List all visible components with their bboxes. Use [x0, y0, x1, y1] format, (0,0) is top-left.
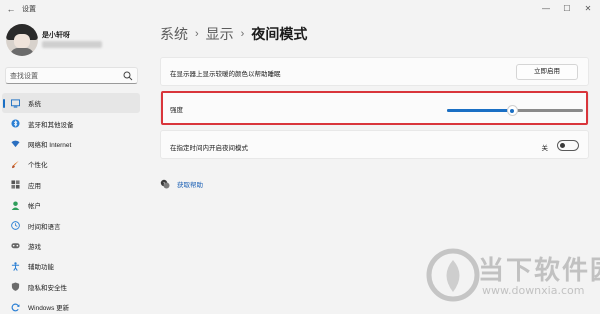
- sidebar-item-windows-update[interactable]: Windows 更新: [2, 297, 140, 314]
- watermark: 当下软件园 www.downxia.com: [426, 244, 600, 306]
- title-bar: ← 设置 — ☐ ✕: [0, 0, 600, 18]
- schedule-card: 在指定时间内开启夜间模式 关: [160, 130, 589, 159]
- sidebar-item-label: Windows 更新: [28, 305, 70, 313]
- sidebar-item-apps[interactable]: 应用: [2, 175, 140, 195]
- get-help-link[interactable]: ? 获取帮助: [160, 179, 203, 189]
- sidebar-item-account[interactable]: 帐户: [2, 195, 140, 215]
- sidebar-item-privacy[interactable]: 隐私和安全性: [2, 277, 140, 297]
- sidebar-item-label: 网络和 Internet: [28, 141, 72, 149]
- night-light-description: 在显示器上显示较暖的颜色以帮助睡眠: [170, 71, 281, 78]
- sidebar-item-label: 时间和语言: [28, 223, 61, 231]
- help-icon: ?: [160, 179, 170, 189]
- downxia-logo-icon: [426, 248, 480, 302]
- personalization-icon: [12, 160, 19, 168]
- chevron-right-icon: ›: [240, 28, 245, 40]
- night-light-card: 在显示器上显示较暖的颜色以帮助睡眠 立即启用: [160, 57, 589, 86]
- sidebar-item-gaming[interactable]: 游戏: [2, 236, 140, 256]
- sidebar-item-label: 系统: [28, 101, 41, 109]
- breadcrumb-item-system[interactable]: 系统: [160, 24, 188, 44]
- privacy-icon: [11, 282, 20, 292]
- time-language-icon: [11, 221, 20, 230]
- page-title: 夜间模式: [251, 26, 308, 42]
- maximize-button[interactable]: ☐: [560, 2, 574, 16]
- get-help-label: 获取帮助: [177, 182, 203, 189]
- accessibility-icon: [11, 262, 20, 271]
- close-button[interactable]: ✕: [581, 2, 595, 16]
- sidebar-item-label: 蓝牙和其他设备: [28, 121, 74, 129]
- avatar: [6, 24, 38, 56]
- toggle-knob: [560, 143, 565, 148]
- bluetooth-icon: [11, 119, 20, 128]
- chevron-right-icon: ›: [195, 28, 199, 40]
- windows-update-icon: [11, 303, 20, 311]
- sidebar-item-label: 应用: [28, 182, 41, 190]
- account-icon: [11, 201, 20, 210]
- sidebar-nav: 系统 蓝牙和其他设备 网络和 Internet 个性化 应用 帐户 时间和语言 …: [2, 93, 140, 314]
- back-arrow-icon[interactable]: ←: [5, 3, 17, 15]
- sidebar-item-label: 个性化: [28, 162, 48, 170]
- schedule-label: 在指定时间内开启夜间模式: [170, 145, 248, 152]
- watermark-name: 当下软件园: [478, 256, 600, 286]
- sidebar-item-system[interactable]: 系统: [2, 93, 140, 114]
- sidebar-item-label: 游戏: [28, 243, 41, 251]
- user-profile[interactable]: 是小轩呀: [6, 24, 146, 58]
- watermark-url: www.downxia.com: [482, 284, 585, 297]
- user-email-redacted: [42, 41, 102, 48]
- toggle-state-label: 关: [541, 145, 549, 152]
- breadcrumb: 系统 › 显示 › 夜间模式: [160, 24, 307, 44]
- highlight-box: [161, 91, 588, 125]
- sidebar-item-label: 帐户: [28, 203, 41, 211]
- network-icon: [11, 141, 20, 148]
- sidebar-item-network[interactable]: 网络和 Internet: [2, 134, 140, 154]
- system-icon: [11, 99, 20, 108]
- user-name: 是小轩呀: [42, 32, 70, 39]
- sidebar-item-bluetooth[interactable]: 蓝牙和其他设备: [2, 113, 140, 133]
- schedule-toggle[interactable]: [557, 140, 579, 151]
- gaming-icon: [11, 243, 20, 249]
- sidebar-item-personalization[interactable]: 个性化: [2, 154, 140, 174]
- search-input[interactable]: [10, 70, 120, 82]
- search-icon[interactable]: [123, 71, 133, 81]
- sidebar-item-time-language[interactable]: 时间和语言: [2, 215, 140, 235]
- window-title: 设置: [22, 6, 36, 13]
- breadcrumb-item-display[interactable]: 显示: [206, 24, 234, 44]
- search-box[interactable]: [5, 67, 138, 84]
- sidebar-item-accessibility[interactable]: 辅助功能: [2, 256, 140, 276]
- enable-now-button[interactable]: 立即启用: [516, 64, 578, 80]
- apps-icon: [11, 180, 20, 189]
- minimize-button[interactable]: —: [539, 2, 553, 16]
- sidebar-item-label: 隐私和安全性: [28, 284, 67, 292]
- sidebar-item-label: 辅助功能: [28, 264, 54, 272]
